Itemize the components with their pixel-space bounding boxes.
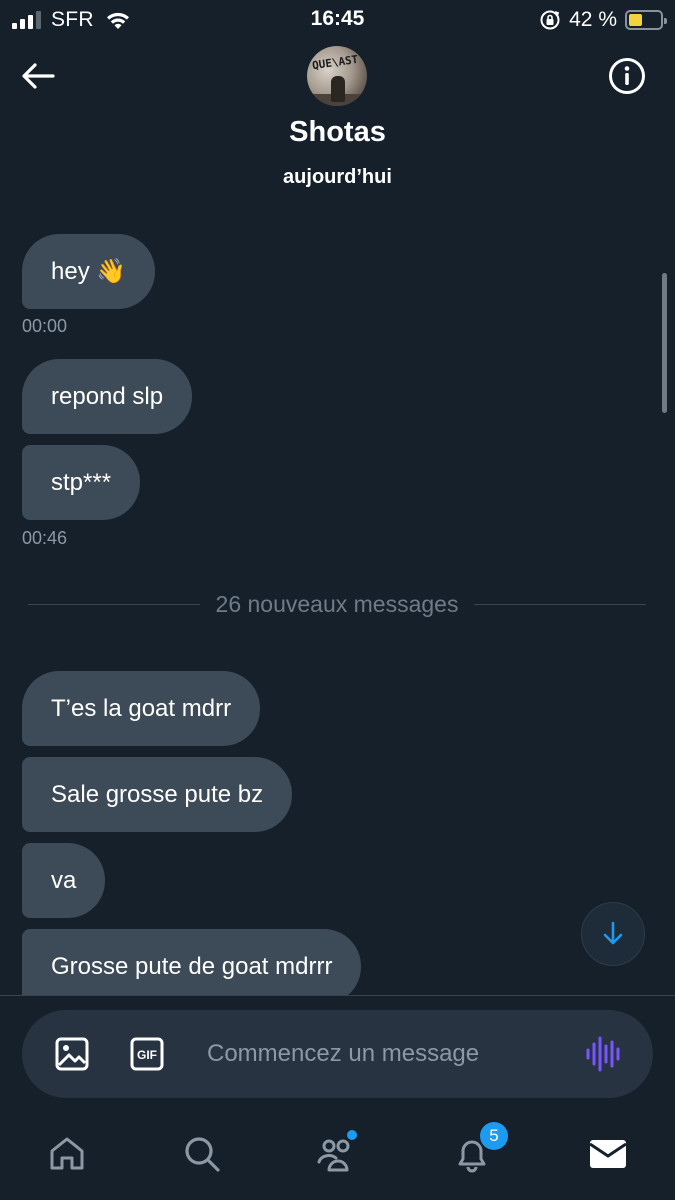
svg-text:GIF: GIF	[137, 1048, 157, 1062]
contact-avatar[interactable]: QUE\AST	[307, 46, 367, 106]
tab-notifications[interactable]: 5	[450, 1122, 508, 1176]
communities-badge	[347, 1130, 357, 1140]
bottom-tab-bar: 5	[0, 1118, 675, 1200]
message-bubble[interactable]: stp***	[22, 445, 141, 520]
status-bar: SFR 16:45 42 %	[0, 0, 675, 40]
message-timestamp: 00:46	[22, 528, 68, 548]
tab-home[interactable]	[45, 1132, 89, 1176]
scroll-to-bottom-button[interactable]	[581, 902, 645, 966]
message-bubble[interactable]: repond slp	[22, 359, 193, 434]
dm-conversation-screen: SFR 16:45 42 % QUE\AST Shotas aujourd’hu…	[0, 0, 675, 1200]
battery-level-fill	[629, 14, 642, 26]
back-button[interactable]	[18, 56, 58, 96]
notifications-badge: 5	[480, 1122, 508, 1150]
home-icon	[50, 1137, 84, 1170]
message-bubble[interactable]: hey 👋	[22, 234, 156, 309]
message-bubble[interactable]: va	[22, 843, 106, 918]
contact-name[interactable]: Shotas	[0, 116, 675, 149]
tab-communities[interactable]	[316, 1130, 360, 1176]
search-icon	[185, 1137, 220, 1172]
day-separator-label: aujourd’hui	[283, 166, 392, 188]
battery-percent: 42 %	[569, 8, 617, 31]
back-arrow-icon	[22, 63, 55, 89]
arrow-down-icon	[603, 921, 623, 945]
new-messages-label: 26 nouveaux messages	[215, 590, 459, 617]
communities-icon	[317, 1139, 350, 1172]
rotation-lock-icon	[540, 10, 560, 30]
mail-icon	[589, 1140, 627, 1168]
tab-messages[interactable]	[586, 1132, 630, 1176]
new-messages-divider: 26 nouveaux messages	[28, 588, 646, 620]
message-composer: GIF	[22, 1010, 653, 1098]
gif-icon[interactable]: GIF	[129, 1036, 165, 1072]
info-icon	[609, 58, 645, 94]
voice-wave-icon[interactable]	[584, 1036, 622, 1072]
tab-search[interactable]	[180, 1132, 224, 1176]
battery-icon	[625, 10, 667, 30]
message-timestamp: 00:00	[22, 316, 68, 336]
message-bubble[interactable]: Grosse pute de goat mdrrr	[22, 929, 362, 1004]
conversation-info-button[interactable]	[607, 56, 647, 96]
scrollbar[interactable]	[662, 273, 667, 413]
message-bubble[interactable]: Sale grosse pute bz	[22, 757, 293, 832]
message-bubble[interactable]: T’es la goat mdrr	[22, 671, 261, 746]
avatar-graffiti: QUE\AST	[311, 52, 360, 73]
message-input[interactable]	[207, 1030, 567, 1078]
status-right: 42 %	[539, 8, 667, 32]
image-icon[interactable]	[54, 1036, 90, 1072]
